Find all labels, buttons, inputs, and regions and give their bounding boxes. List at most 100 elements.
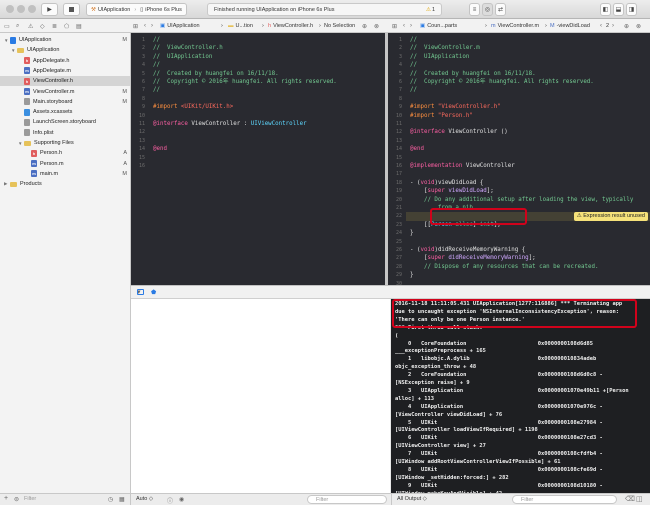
navigator-item[interactable]: h Person.h A <box>0 148 130 158</box>
zoom-window-button[interactable] <box>28 5 36 13</box>
jump-separator: › <box>262 23 264 29</box>
breakpoint-nav-icon[interactable]: ⬠ <box>64 19 69 33</box>
trash-icon[interactable]: ⌫ <box>625 495 635 503</box>
close-editor-icon[interactable]: ⊗ <box>374 19 379 33</box>
breakpoints-toggle-icon[interactable]: ⬟ <box>151 289 156 296</box>
console-line: 9 UIKit 0x0000000108d10180 - <box>395 482 603 489</box>
scm-status-badge: A <box>123 150 127 157</box>
scheme-selector[interactable]: ⚒ UIApplication › ▯ iPhone 6s Plus <box>86 3 187 16</box>
run-button[interactable]: ▶ <box>41 3 58 16</box>
navigator-item[interactable]: ▼ Supporting Files <box>0 138 130 148</box>
code-line: // Copyright © 2016年 huangfei. All right… <box>410 79 594 85</box>
scm-status-badge: M <box>122 88 127 95</box>
sb-file-icon <box>24 98 30 106</box>
add-editor-icon[interactable]: ⊕ <box>362 19 367 33</box>
jump-item-file-right[interactable]: m ViewController.m <box>491 19 539 33</box>
auto-scope-dropdown[interactable]: Auto ◇ <box>136 496 153 502</box>
console-line: 7 UIKit 0x0000000108cfdfb4 - <box>395 451 603 458</box>
navigator-item[interactable]: Info.plist <box>0 128 130 138</box>
navigator-item-label: LaunchScreen.storyboard <box>33 119 96 126</box>
close-editor-icon-right[interactable]: ⊗ <box>636 19 641 33</box>
jump-item-counterparts[interactable]: ▣ Coun...parts <box>420 19 457 33</box>
navigator-item[interactable]: ▼ UIApplication <box>0 45 130 55</box>
navigator-item[interactable]: m ViewController.m M <box>0 87 130 97</box>
navigator-item[interactable]: ▼ UIApplication M <box>0 35 130 45</box>
related-items-icon-right[interactable]: ⊞ <box>392 19 397 33</box>
jump-item-group[interactable]: ▬ U...tion <box>228 19 253 33</box>
warning-badge[interactable]: ⚠ 1 <box>426 7 435 13</box>
next-counterpart-icon[interactable]: › <box>612 19 614 33</box>
navigator-item[interactable]: ▶ Products <box>0 179 130 189</box>
code-line: // <box>410 87 417 94</box>
console-filter-input[interactable]: Filter <box>512 495 617 504</box>
navigator-item[interactable]: LaunchScreen.storyboard <box>0 117 130 127</box>
line-number: 29 <box>395 272 402 279</box>
jump-item-symbol[interactable]: No Selection <box>324 19 355 33</box>
warning-annotation[interactable]: ⚠ Expression result unused <box>573 212 648 221</box>
line-gutter-right[interactable]: 1 2 3 4 5 6 7 8 9 10 11 12 13 14 15 16 17 18 19 20 21 22 23 24 2… <box>388 33 406 285</box>
navigator-item-label: Person.m <box>40 160 64 167</box>
assistant-editor-button[interactable]: ◎ <box>482 3 493 16</box>
jump-item-project[interactable]: ▣ UIApplication <box>160 19 200 33</box>
navigator-item[interactable]: m AppDelegate.m <box>0 66 130 76</box>
recent-files-icon[interactable]: ◷ <box>108 496 113 503</box>
play-icon: ▶ <box>47 7 52 13</box>
related-items-icon[interactable]: ⊞ <box>133 19 138 33</box>
navigator-item[interactable]: Assets.xcassets <box>0 107 130 117</box>
forward-icon-right[interactable]: › <box>410 19 412 33</box>
search-icon[interactable]: ⌕ <box>16 19 19 33</box>
debug-nav-icon[interactable]: ≣ <box>52 19 57 33</box>
console-output[interactable]: 2016-11-18 11:11:05.431 UIApplication[12… <box>391 299 650 493</box>
minimize-window-button[interactable] <box>17 5 25 13</box>
add-icon[interactable]: + <box>4 495 8 502</box>
back-icon-right[interactable]: ‹ <box>403 19 405 33</box>
code-line: [super didReceiveMemoryWarning]; <box>410 255 536 262</box>
toggle-debug-button[interactable]: ⬓ <box>613 3 624 16</box>
standard-editor-button[interactable]: ≡ <box>469 3 480 16</box>
tests-icon[interactable]: ◇ <box>40 19 45 33</box>
code-line: // <box>153 37 160 43</box>
toggle-navigator-button[interactable]: ◧ <box>600 3 611 16</box>
navigator-filter-input[interactable]: Filter <box>24 496 36 502</box>
navigator-item[interactable]: h AppDelegate.h <box>0 56 130 66</box>
console-toggle-icon[interactable] <box>137 289 144 295</box>
eye-icon[interactable]: ◉ <box>179 496 184 503</box>
stop-button[interactable] <box>63 3 80 16</box>
report-nav-icon[interactable]: ▤ <box>76 19 82 33</box>
editor-right[interactable]: 1 2 3 4 5 6 7 8 9 10 11 12 13 14 15 16 17 18 19 20 21 22 23 24 2… <box>388 33 650 285</box>
version-editor-button[interactable]: ⇄ <box>495 3 506 16</box>
navigator-item[interactable]: Main.storyboard M <box>0 97 130 107</box>
line-number: 13 <box>138 137 145 144</box>
toggle-utilities-button[interactable]: ◨ <box>626 3 637 16</box>
prev-counterpart-icon[interactable]: ‹ <box>600 19 602 33</box>
jump-item-file[interactable]: h ViewController.h <box>268 19 313 33</box>
back-icon[interactable]: ‹ <box>144 19 146 33</box>
line-number: 2 <box>398 45 402 52</box>
variables-filter-input[interactable]: Filter <box>307 495 387 504</box>
navigator-item[interactable]: m Person.m A <box>0 159 130 169</box>
code-line: // ViewController.h <box>153 45 223 52</box>
scm-status-icon[interactable]: ▦ <box>119 496 125 503</box>
folder-icon[interactable]: ▭ <box>4 19 10 33</box>
console-line: ( <box>395 332 399 339</box>
info-icon[interactable]: ⓘ <box>167 496 173 505</box>
editor-left[interactable]: 1 2 3 4 5 6 7 8 9 10 11 12 13 14 15 16 // // ViewControl… <box>131 33 385 285</box>
line-number: 3 <box>398 53 402 60</box>
forward-icon[interactable]: › <box>151 19 153 33</box>
line-number: 5 <box>141 70 145 77</box>
line-number: 23 <box>395 221 402 228</box>
line-gutter-left[interactable]: 1 2 3 4 5 6 7 8 9 10 11 12 13 14 15 16 <box>131 33 149 285</box>
jump-item-method[interactable]: M -viewDidLoad <box>550 19 590 33</box>
add-editor-icon-right[interactable]: ⊕ <box>624 19 629 33</box>
code-line: @interface ViewController () <box>410 129 508 136</box>
navigator-item[interactable]: m main.m M <box>0 169 130 179</box>
output-dropdown[interactable]: All Output ◇ <box>397 496 427 502</box>
line-number: 6 <box>398 79 402 85</box>
split-view-icon[interactable]: ◫ <box>636 495 643 503</box>
navigator-item[interactable]: h ViewController.h <box>0 76 130 87</box>
code-line: // UIApplication <box>410 53 470 60</box>
variables-view[interactable] <box>131 299 390 493</box>
close-window-button[interactable] <box>6 5 14 13</box>
warning-nav-icon[interactable]: ⚠ <box>28 19 33 33</box>
console-line: 1 libobjc.A.dylib 0x000000010834adeb <box>395 356 597 363</box>
